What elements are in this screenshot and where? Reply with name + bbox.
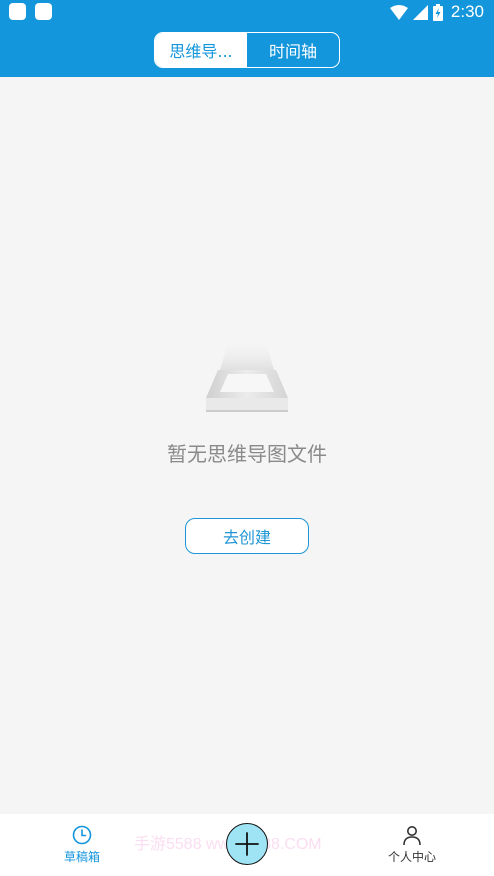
status-time: 2:30	[450, 2, 484, 21]
top-app-bar: 2:30 思维导... 时间轴	[0, 0, 494, 77]
notification-icon	[35, 3, 52, 20]
create-button[interactable]: 去创建	[185, 518, 309, 554]
tab-timeline[interactable]: 时间轴	[247, 33, 339, 67]
empty-state-message: 暂无思维导图文件	[167, 442, 327, 466]
nav-profile-label: 个人中心	[387, 850, 436, 864]
empty-tray-icon	[206, 342, 288, 412]
status-bar: 2:30	[0, 0, 494, 26]
wifi-icon	[389, 4, 408, 20]
person-icon	[403, 826, 421, 846]
nav-drafts-label: 草稿箱	[63, 850, 100, 864]
add-button[interactable]	[226, 823, 268, 865]
tab-mindmap[interactable]: 思维导...	[155, 33, 247, 67]
plus-icon	[235, 832, 259, 856]
notification-icon	[9, 3, 26, 20]
nav-profile[interactable]: 个人中心	[372, 824, 452, 865]
view-switcher: 思维导... 时间轴	[154, 32, 340, 68]
clock-icon	[72, 825, 92, 845]
status-notifications	[9, 3, 52, 20]
signal-icon	[412, 4, 428, 20]
status-indicators: 2:30	[389, 2, 484, 22]
nav-drafts[interactable]: 草稿箱	[42, 824, 122, 865]
battery-icon	[432, 3, 443, 21]
